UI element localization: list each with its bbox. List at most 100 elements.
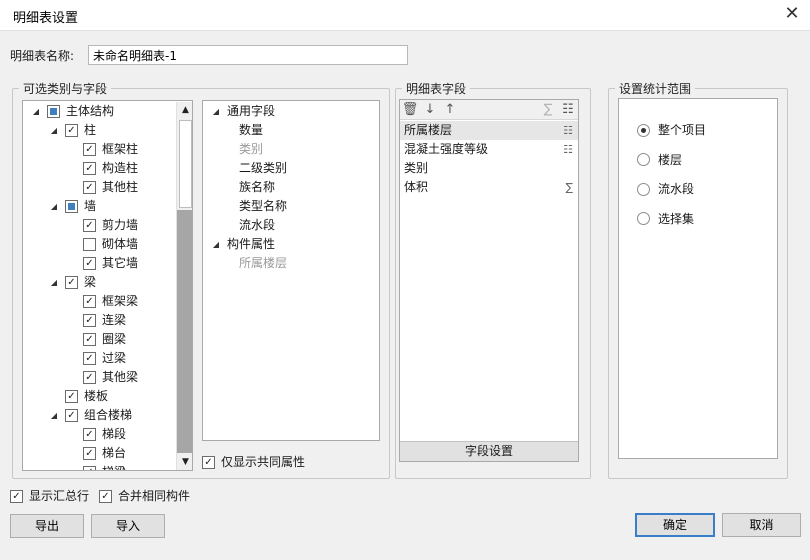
category-tree-item[interactable]: 梯梁 (67, 463, 126, 470)
category-checkbox[interactable] (83, 333, 96, 346)
category-tree-item[interactable]: 其他梁 (67, 368, 138, 387)
scope-radio[interactable] (637, 212, 650, 225)
available-field-label: 通用字段 (227, 104, 276, 118)
common-only-checkbox[interactable] (202, 455, 215, 469)
category-tree-item[interactable]: 框架梁 (67, 292, 138, 311)
category-tree-scrollbar[interactable]: ▲ ▼ (176, 102, 192, 470)
scope-option[interactable]: 选择集 (637, 210, 694, 228)
available-field-item[interactable]: 二级类别 (239, 159, 287, 178)
cancel-button[interactable]: 取消 (722, 513, 801, 537)
schedule-name-input[interactable] (88, 45, 408, 65)
merge-same-option[interactable]: 合并相同构件 (99, 487, 190, 505)
category-tree-item[interactable]: 砌体墙 (67, 235, 138, 254)
category-checkbox[interactable] (83, 466, 96, 470)
available-field-item[interactable]: 所属楼层 (239, 254, 287, 273)
category-checkbox[interactable] (83, 162, 96, 175)
category-tree-item[interactable]: 剪力墙 (67, 216, 138, 235)
merge-same-checkbox[interactable] (99, 489, 112, 503)
schedule-field-item[interactable]: 混凝土强度等级 ☷ (400, 140, 578, 159)
schedule-name-label: 明细表名称: (10, 49, 75, 63)
category-tree-item[interactable]: ◢ 组合楼梯 (49, 406, 132, 425)
category-checkbox[interactable] (83, 447, 96, 460)
schedule-field-item[interactable]: 体积 ∑ (400, 178, 578, 197)
available-field-item[interactable]: 类别 (239, 140, 263, 159)
available-field-item[interactable]: 类型名称 (239, 197, 287, 216)
schedule-field-item[interactable]: 类别 (400, 159, 578, 178)
scope-radio[interactable] (637, 123, 650, 137)
available-field-item[interactable]: ◢ 构件属性 (211, 235, 275, 254)
move-up-icon[interactable]: ↑ (441, 101, 459, 119)
category-checkbox[interactable] (47, 105, 60, 118)
category-checkbox[interactable] (65, 409, 78, 422)
available-field-item[interactable]: 流水段 (239, 216, 275, 235)
sum-icon[interactable]: ∑ (539, 101, 557, 119)
scope-group-legend: 设置统计范围 (619, 82, 692, 96)
category-tree-item[interactable]: 梯台 (67, 444, 126, 463)
common-only-option[interactable]: 仅显示共同属性 (202, 453, 305, 471)
category-checkbox[interactable] (83, 314, 96, 327)
category-tree-item[interactable]: 其它墙 (67, 254, 138, 273)
category-checkbox[interactable] (83, 181, 96, 194)
category-tree-item[interactable]: 其他柱 (67, 178, 138, 197)
expand-icon[interactable]: ◢ (49, 406, 59, 425)
category-tree-item[interactable]: 框架柱 (67, 140, 138, 159)
category-tree-item[interactable]: ◢ 主体结构 (31, 102, 114, 121)
category-checkbox[interactable] (65, 276, 78, 289)
expand-icon[interactable]: ◢ (49, 197, 59, 216)
expand-icon[interactable]: ◢ (49, 273, 59, 292)
available-field-item[interactable]: ◢ 通用字段 (211, 102, 275, 121)
scroll-down-icon[interactable]: ▼ (177, 454, 192, 470)
available-field-item[interactable]: 族名称 (239, 178, 275, 197)
group-icon[interactable]: ☷ (559, 101, 577, 119)
category-checkbox[interactable] (83, 352, 96, 365)
expand-icon[interactable]: ◢ (211, 102, 221, 121)
category-checkbox[interactable] (83, 295, 96, 308)
import-button[interactable]: 导入 (91, 514, 165, 538)
expand-icon[interactable]: ◢ (211, 235, 221, 254)
category-checkbox[interactable] (83, 257, 96, 270)
show-total-option[interactable]: 显示汇总行 (10, 487, 89, 505)
category-tree-item[interactable]: ◢柱 (49, 121, 96, 140)
category-checkbox[interactable] (83, 238, 96, 251)
ok-button[interactable]: 确定 (635, 513, 715, 537)
scope-radio[interactable] (637, 153, 650, 166)
category-tree-item[interactable]: 梯段 (67, 425, 126, 444)
category-checkbox[interactable] (83, 371, 96, 384)
category-tree-item[interactable]: ◢ 墙 (49, 197, 96, 216)
category-tree-item[interactable]: ◢梁 (49, 273, 96, 292)
category-checkbox[interactable] (65, 200, 78, 213)
category-checkbox[interactable] (65, 124, 78, 137)
scope-option[interactable]: 整个项目 (637, 121, 706, 139)
close-icon[interactable]: ✕ (781, 3, 803, 25)
schedule-field-item[interactable]: 所属楼层 ☷ (400, 121, 578, 140)
category-checkbox[interactable] (83, 219, 96, 232)
scope-option-label: 流水段 (658, 182, 695, 196)
available-field-label: 数量 (239, 123, 264, 137)
scope-option[interactable]: 流水段 (637, 180, 694, 198)
category-tree-item[interactable]: 楼板 (49, 387, 108, 406)
category-tree[interactable]: ◢主体结构◢柱框架柱构造柱其他柱◢墙剪力墙砌体墙其它墙◢梁框架梁连梁圈梁过梁其他… (22, 100, 193, 471)
category-checkbox[interactable] (83, 428, 96, 441)
expand-icon[interactable]: ◢ (49, 121, 59, 140)
category-label: 其他梁 (102, 370, 139, 384)
expand-icon[interactable]: ◢ (31, 102, 41, 121)
category-checkbox[interactable] (65, 390, 78, 403)
scope-radio[interactable] (637, 182, 650, 196)
available-fields-tree[interactable]: ◢ 通用字段数量类别 二级类别 族名称 类型名称 流水段 ◢ 构件属性 所属楼层 (202, 100, 380, 441)
export-button[interactable]: 导出 (10, 514, 84, 538)
available-field-item[interactable]: 数量 (239, 121, 263, 140)
show-total-checkbox[interactable] (10, 489, 23, 503)
scroll-up-icon[interactable]: ▲ (177, 102, 192, 119)
scroll-thumb[interactable] (179, 120, 192, 208)
category-tree-item[interactable]: 连梁 (67, 311, 126, 330)
category-tree-item[interactable]: 构造柱 (67, 159, 138, 178)
move-down-icon[interactable]: ↓ (421, 101, 439, 119)
scope-option[interactable]: 楼层 (637, 151, 682, 169)
scroll-track[interactable] (177, 210, 192, 453)
category-tree-item[interactable]: 圈梁 (67, 330, 126, 349)
schedule-fields-panel: 🗑 ↓ ↑ ∑ ☷ 所属楼层 ☷ 混凝土强度等级 ☷ 类别 体积 ∑ 字段设置 (399, 99, 579, 462)
category-tree-item[interactable]: 过梁 (67, 349, 126, 368)
delete-icon[interactable]: 🗑 (401, 101, 419, 119)
category-checkbox[interactable] (83, 143, 96, 156)
field-settings-button[interactable]: 字段设置 (400, 441, 578, 461)
